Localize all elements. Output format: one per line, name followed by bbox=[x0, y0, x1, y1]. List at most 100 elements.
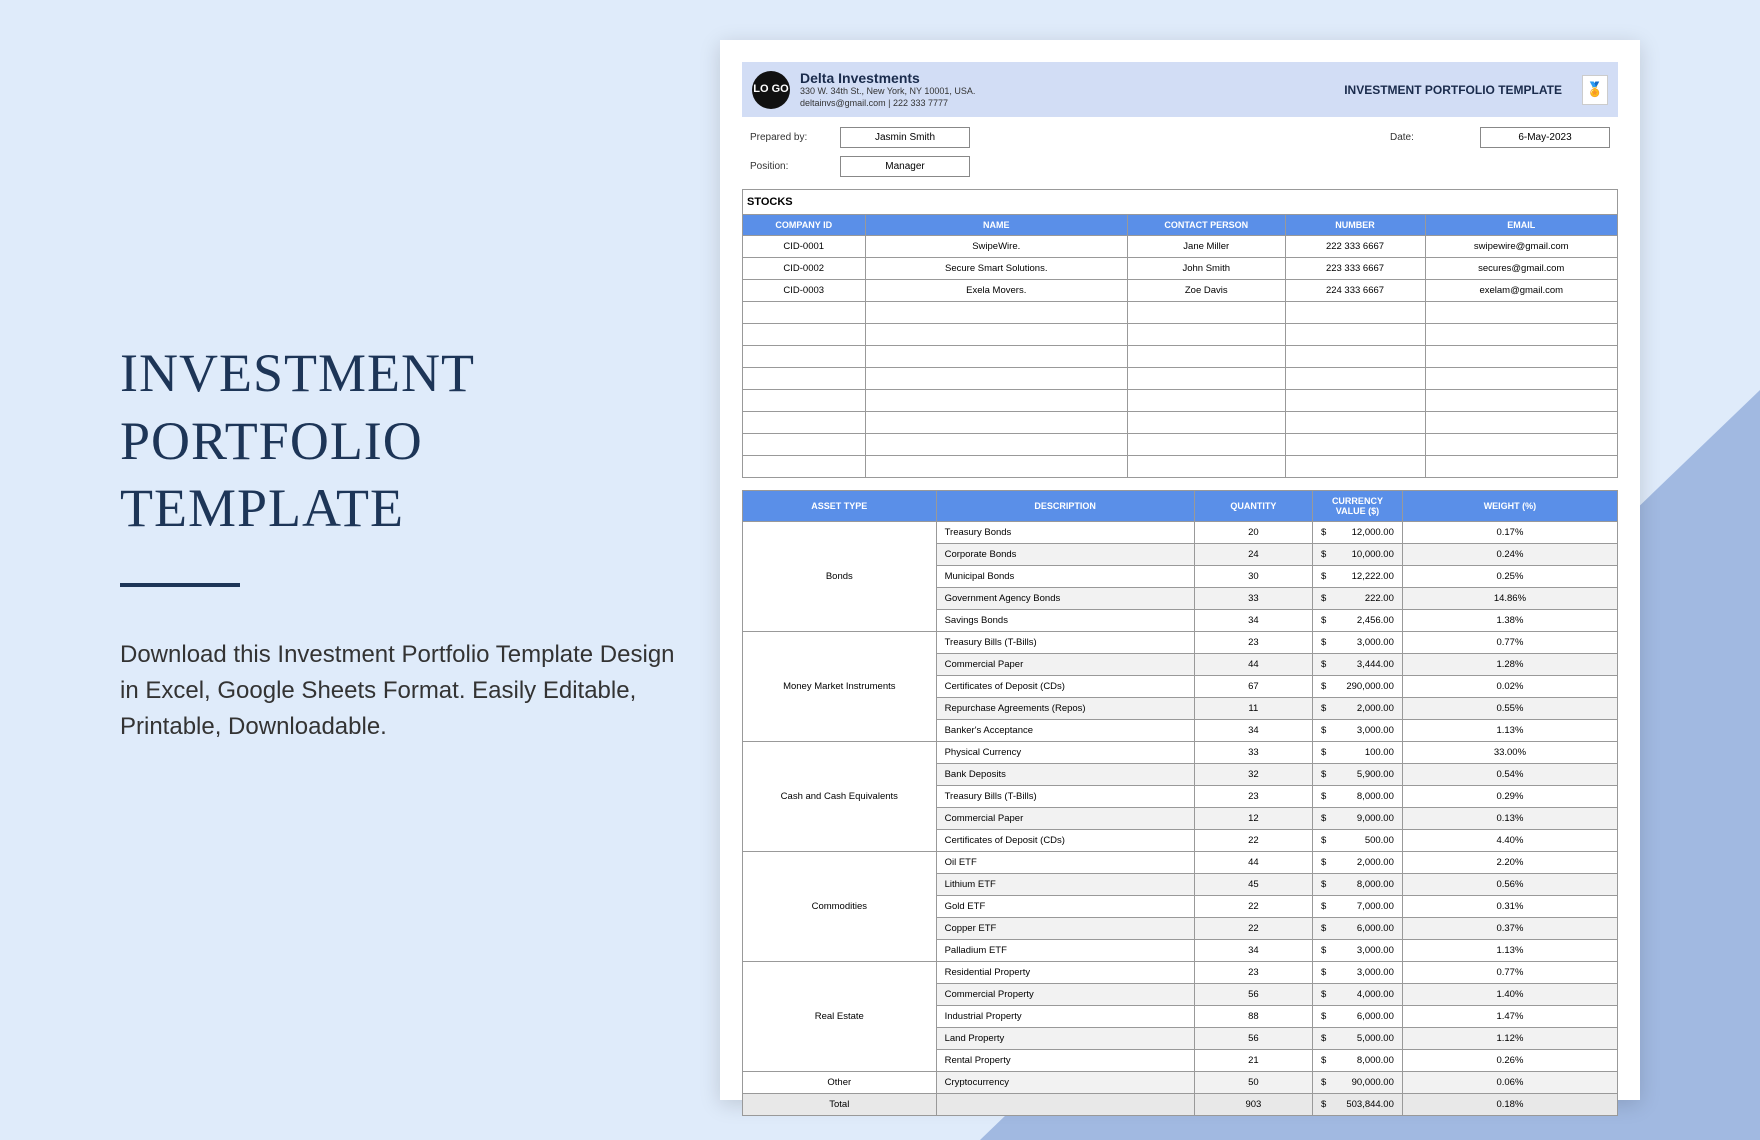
table-cell: 4.40% bbox=[1402, 830, 1617, 852]
prepared-by-label: Prepared by: bbox=[750, 132, 810, 143]
table-cell: 0.13% bbox=[1402, 808, 1617, 830]
table-row: Money Market InstrumentsTreasury Bills (… bbox=[743, 632, 1618, 654]
table-cell bbox=[1425, 390, 1618, 412]
badge-icon: 🏅 bbox=[1582, 75, 1608, 105]
table-cell: 10,000.00 bbox=[1334, 544, 1402, 566]
table-cell: 222.00 bbox=[1334, 588, 1402, 610]
table-cell: Treasury Bills (T-Bills) bbox=[936, 632, 1194, 654]
table-row-empty bbox=[743, 324, 1618, 346]
table-cell: swipewire@gmail.com bbox=[1425, 236, 1618, 258]
table-row-empty bbox=[743, 390, 1618, 412]
stocks-header: COMPANY ID bbox=[743, 215, 866, 236]
table-cell bbox=[1425, 302, 1618, 324]
table-cell: $ bbox=[1313, 1072, 1335, 1094]
title-divider bbox=[120, 583, 240, 587]
asset-type-cell: Money Market Instruments bbox=[743, 632, 937, 742]
table-cell bbox=[1425, 346, 1618, 368]
table-cell: Exela Movers. bbox=[865, 280, 1128, 302]
table-cell bbox=[743, 324, 866, 346]
table-cell bbox=[1425, 434, 1618, 456]
table-cell bbox=[743, 390, 866, 412]
table-cell bbox=[1285, 390, 1425, 412]
table-cell bbox=[1285, 324, 1425, 346]
table-cell bbox=[1128, 456, 1286, 478]
stocks-header: CONTACT PERSON bbox=[1128, 215, 1286, 236]
table-cell: Jane Miller bbox=[1128, 236, 1286, 258]
table-cell: 8,000.00 bbox=[1334, 1050, 1402, 1072]
table-cell bbox=[1128, 346, 1286, 368]
table-cell bbox=[865, 368, 1128, 390]
table-cell: 1.12% bbox=[1402, 1028, 1617, 1050]
table-cell: 100.00 bbox=[1334, 742, 1402, 764]
assets-header: DESCRIPTION bbox=[936, 491, 1194, 522]
table-cell: $ bbox=[1313, 874, 1335, 896]
table-cell: 6,000.00 bbox=[1334, 1006, 1402, 1028]
table-cell: 34 bbox=[1194, 940, 1312, 962]
company-name: Delta Investments bbox=[800, 70, 975, 86]
table-cell: 23 bbox=[1194, 786, 1312, 808]
table-row: CID-0003Exela Movers.Zoe Davis224 333 66… bbox=[743, 280, 1618, 302]
table-row: OtherCryptocurrency50$90,000.000.06% bbox=[743, 1072, 1618, 1094]
table-cell: Zoe Davis bbox=[1128, 280, 1286, 302]
table-cell: 4,000.00 bbox=[1334, 984, 1402, 1006]
stocks-header: NAME bbox=[865, 215, 1128, 236]
table-cell: 67 bbox=[1194, 676, 1312, 698]
table-cell: 12 bbox=[1194, 808, 1312, 830]
company-address-1: 330 W. 34th St., New York, NY 10001, USA… bbox=[800, 86, 975, 98]
doc-header-left: LO GO Delta Investments 330 W. 34th St.,… bbox=[752, 70, 975, 109]
table-cell: $ bbox=[1313, 764, 1335, 786]
table-cell: SwipeWire. bbox=[865, 236, 1128, 258]
assets-header: CURRENCY VALUE ($) bbox=[1313, 491, 1403, 522]
table-cell bbox=[743, 456, 866, 478]
table-cell: Secure Smart Solutions. bbox=[865, 258, 1128, 280]
table-cell bbox=[1128, 434, 1286, 456]
table-cell: Banker's Acceptance bbox=[936, 720, 1194, 742]
table-cell: 3,000.00 bbox=[1334, 632, 1402, 654]
table-cell: 0.77% bbox=[1402, 632, 1617, 654]
doc-header: LO GO Delta Investments 330 W. 34th St.,… bbox=[742, 62, 1618, 117]
table-cell: Treasury Bonds bbox=[936, 522, 1194, 544]
assets-header: QUANTITY bbox=[1194, 491, 1312, 522]
company-logo: LO GO bbox=[752, 71, 790, 109]
table-cell: Lithium ETF bbox=[936, 874, 1194, 896]
table-cell: 12,000.00 bbox=[1334, 522, 1402, 544]
table-cell: $ bbox=[1313, 632, 1335, 654]
table-cell bbox=[1425, 412, 1618, 434]
doc-title: INVESTMENT PORTFOLIO TEMPLATE bbox=[1344, 83, 1562, 97]
asset-type-cell: Commodities bbox=[743, 852, 937, 962]
table-cell: Palladium ETF bbox=[936, 940, 1194, 962]
table-cell: Land Property bbox=[936, 1028, 1194, 1050]
table-cell: 1.47% bbox=[1402, 1006, 1617, 1028]
table-cell: 1.40% bbox=[1402, 984, 1617, 1006]
stocks-header: NUMBER bbox=[1285, 215, 1425, 236]
table-cell: Residential Property bbox=[936, 962, 1194, 984]
table-cell: 3,000.00 bbox=[1334, 962, 1402, 984]
table-cell: CID-0003 bbox=[743, 280, 866, 302]
table-cell bbox=[743, 412, 866, 434]
left-panel: INVESTMENT PORTFOLIO TEMPLATE Download t… bbox=[120, 340, 680, 745]
assets-table: ASSET TYPEDESCRIPTIONQUANTITYCURRENCY VA… bbox=[742, 490, 1618, 1116]
stocks-header: EMAIL bbox=[1425, 215, 1618, 236]
table-cell bbox=[865, 324, 1128, 346]
table-cell: $ bbox=[1313, 1050, 1335, 1072]
table-cell: Municipal Bonds bbox=[936, 566, 1194, 588]
table-cell: $ bbox=[1313, 940, 1335, 962]
table-row-empty bbox=[743, 434, 1618, 456]
table-cell: 90,000.00 bbox=[1334, 1072, 1402, 1094]
table-cell: 34 bbox=[1194, 720, 1312, 742]
table-row-empty bbox=[743, 346, 1618, 368]
table-row: CommoditiesOil ETF44$2,000.002.20% bbox=[743, 852, 1618, 874]
title-line-1: INVESTMENT bbox=[120, 343, 475, 403]
table-cell: 224 333 6667 bbox=[1285, 280, 1425, 302]
table-cell: 56 bbox=[1194, 1028, 1312, 1050]
stocks-section-title: STOCKS bbox=[742, 189, 1618, 214]
asset-type-cell: Bonds bbox=[743, 522, 937, 632]
table-cell: $ bbox=[1313, 654, 1335, 676]
table-cell: Savings Bonds bbox=[936, 610, 1194, 632]
table-cell: $ bbox=[1313, 698, 1335, 720]
table-row: BondsTreasury Bonds20$12,000.000.17% bbox=[743, 522, 1618, 544]
assets-header: ASSET TYPE bbox=[743, 491, 937, 522]
table-cell: 21 bbox=[1194, 1050, 1312, 1072]
table-cell: Commercial Property bbox=[936, 984, 1194, 1006]
table-cell: John Smith bbox=[1128, 258, 1286, 280]
